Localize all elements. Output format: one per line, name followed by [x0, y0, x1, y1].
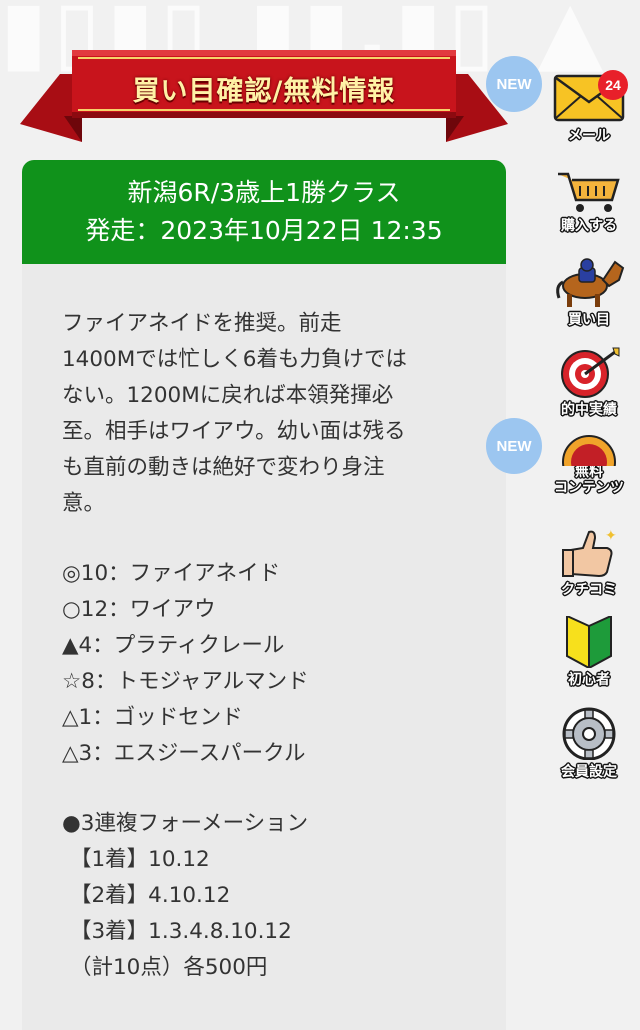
- sidebar-item-label: 買い目: [568, 312, 610, 328]
- race-comment: ファイアネイドを推奨。前走 1400Mでは忙しく6着も力負けでは ない。1200…: [62, 311, 407, 516]
- new-badge: NEW: [486, 56, 542, 112]
- new-badge: NEW: [486, 418, 542, 474]
- pick-item: ○12：ワイアウ: [62, 597, 216, 622]
- cart-icon: [554, 170, 624, 218]
- sidebar-item-label: クチコミ: [561, 582, 617, 598]
- horse-icon: [553, 256, 625, 312]
- race-start-time: 発走：2023年10月22日 12:35: [85, 216, 443, 245]
- target-icon: [557, 346, 621, 402]
- pick-item: ▲4：プラティクレール: [62, 633, 285, 658]
- pick-item: △1：ゴッドセンド: [62, 705, 243, 730]
- sidebar-item-label: メール: [568, 128, 610, 144]
- unread-count-badge: 24: [598, 70, 628, 100]
- pick-list: ◎10：ファイアネイド ○12：ワイアウ ▲4：プラティクレール ☆8：トモジャ…: [62, 556, 478, 772]
- race-info-card: 新潟6R/3歳上1勝クラス 発走：2023年10月22日 12:35 ファイアネ…: [22, 160, 506, 1030]
- pick-item: △3：エスジースパークル: [62, 741, 306, 766]
- formation-row: 【3着】1.3.4.8.10.12: [70, 919, 292, 944]
- sidebar-item-reviews[interactable]: ✦ クチコミ: [544, 528, 634, 598]
- beginner-mark-icon: [561, 614, 617, 672]
- pick-item: ◎10：ファイアネイド: [62, 561, 281, 586]
- sidebar-item-label: 会員設定: [561, 764, 617, 780]
- sidebar-item-picks[interactable]: 買い目: [544, 256, 634, 328]
- formation-row: 【1着】10.12: [70, 847, 210, 872]
- title-ribbon-banner: 買い目確認/無料情報: [20, 46, 508, 146]
- sidebar-item-purchase[interactable]: 購入する: [544, 170, 634, 234]
- race-header: 新潟6R/3歳上1勝クラス 発走：2023年10月22日 12:35: [22, 160, 506, 264]
- gear-icon: [557, 706, 621, 764]
- medal-icon: [557, 432, 621, 489]
- formation-row: 【2着】4.10.12: [70, 883, 231, 908]
- race-name: 新潟6R/3歳上1勝クラス: [127, 178, 401, 207]
- sidebar-item-label: 的中実績: [561, 402, 617, 418]
- formation-total: （計10点）各500円: [70, 955, 268, 980]
- formation-block: ●3連複フォーメーション 【1着】10.12 【2着】4.10.12 【3着】1…: [62, 806, 478, 986]
- sidebar-item-label: 無料 コンテンツ: [554, 464, 624, 496]
- sidebar-item-label: 購入する: [561, 218, 617, 234]
- banner-title: 買い目確認/無料情報: [132, 75, 396, 107]
- sidebar-item-results[interactable]: 的中実績: [544, 346, 634, 418]
- sidebar-item-label: 初心者: [568, 672, 610, 688]
- sidebar-item-beginner[interactable]: 初心者: [544, 614, 634, 688]
- race-body: ファイアネイドを推奨。前走 1400Mでは忙しく6着も力負けでは ない。1200…: [22, 264, 506, 986]
- sidebar-item-member-settings[interactable]: 会員設定: [544, 706, 634, 780]
- thumbs-up-icon: ✦: [557, 528, 621, 582]
- pick-item: ☆8：トモジャアルマンド: [62, 669, 309, 694]
- formation-title: ●3連複フォーメーション: [62, 811, 309, 836]
- sidebar-item-free-content[interactable]: 無料 コンテンツ: [544, 432, 634, 496]
- svg-text:✦: ✦: [605, 528, 617, 544]
